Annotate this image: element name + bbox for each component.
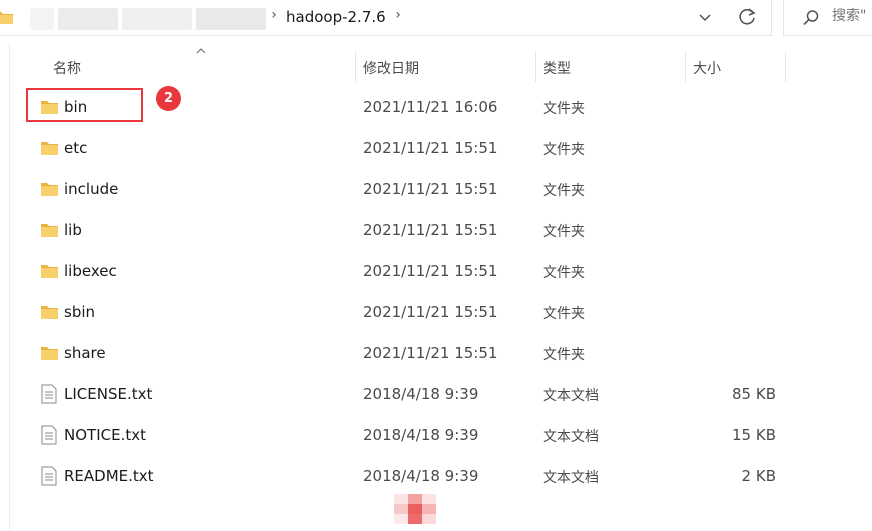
- column-date[interactable]: 修改日期: [363, 58, 419, 78]
- blurred-path-segment: [58, 8, 118, 30]
- breadcrumb-current[interactable]: hadoop-2.7.6: [286, 8, 386, 26]
- file-name: README.txt: [64, 467, 154, 485]
- column-type[interactable]: 类型: [543, 58, 571, 78]
- file-name: sbin: [64, 303, 96, 321]
- folder-icon: [41, 265, 58, 278]
- refresh-button[interactable]: [733, 4, 761, 30]
- address-bar[interactable]: › hadoop-2.7.6 ›: [0, 0, 772, 36]
- list-item[interactable]: share 2021/11/21 15:51 文件夹: [0, 333, 872, 374]
- file-type: 文本文档: [543, 470, 599, 486]
- column-divider[interactable]: [685, 52, 686, 82]
- search-icon: [803, 10, 819, 26]
- blurred-path-segment: [30, 8, 54, 30]
- file-type: 文件夹: [543, 101, 585, 117]
- file-explorer-window: › hadoop-2.7.6 › 名称 修改日期: [0, 0, 872, 531]
- folder-icon: [41, 183, 58, 196]
- list-item[interactable]: NOTICE.txt 2018/4/18 9:39 文本文档 15 KB: [0, 415, 872, 456]
- text-file-icon: [41, 466, 57, 486]
- search-input[interactable]: [832, 8, 872, 24]
- chevron-right-icon[interactable]: ›: [392, 7, 404, 23]
- list-item[interactable]: README.txt 2018/4/18 9:39 文本文档 2 KB: [0, 456, 872, 497]
- column-name[interactable]: 名称: [53, 58, 81, 78]
- list-item[interactable]: LICENSE.txt 2018/4/18 9:39 文本文档 85 KB: [0, 374, 872, 415]
- file-list: bin 2021/11/21 16:06 文件夹 etc 2021/11/21 …: [0, 87, 872, 497]
- file-name: etc: [64, 139, 88, 157]
- column-header: 名称 修改日期 类型 大小: [0, 44, 872, 86]
- folder-icon: [0, 12, 13, 24]
- file-name: lib: [64, 221, 82, 239]
- file-size: 2 KB: [741, 467, 776, 485]
- list-item[interactable]: etc 2021/11/21 15:51 文件夹: [0, 128, 872, 169]
- folder-icon: [41, 142, 58, 155]
- text-file-icon: [41, 384, 57, 404]
- file-name: include: [64, 180, 119, 198]
- text-file-icon: [41, 425, 57, 445]
- file-date: 2018/4/18 9:39: [363, 426, 479, 444]
- file-type: 文本文档: [543, 388, 599, 404]
- file-size: 15 KB: [732, 426, 776, 444]
- blurred-path-segment: [196, 8, 266, 30]
- list-item[interactable]: sbin 2021/11/21 15:51 文件夹: [0, 292, 872, 333]
- blurred-path-segment: [122, 8, 192, 30]
- file-date: 2018/4/18 9:39: [363, 467, 479, 485]
- file-size: 85 KB: [732, 385, 776, 403]
- column-divider[interactable]: [355, 52, 356, 82]
- file-date: 2021/11/21 15:51: [363, 180, 498, 198]
- list-item[interactable]: lib 2021/11/21 15:51 文件夹: [0, 210, 872, 251]
- step-badge: 2: [156, 86, 181, 111]
- file-type: 文件夹: [543, 224, 585, 240]
- folder-icon: [41, 306, 58, 319]
- address-dropdown-button[interactable]: [690, 4, 720, 30]
- file-date: 2021/11/21 15:51: [363, 303, 498, 321]
- blurred-region: [394, 494, 436, 524]
- file-date: 2018/4/18 9:39: [363, 385, 479, 403]
- file-name: share: [64, 344, 106, 362]
- file-name: LICENSE.txt: [64, 385, 153, 403]
- highlight-box: [26, 88, 143, 122]
- file-name: libexec: [64, 262, 117, 280]
- list-item[interactable]: libexec 2021/11/21 15:51 文件夹: [0, 251, 872, 292]
- sort-ascending-icon: [196, 48, 206, 54]
- refresh-icon: [739, 8, 756, 25]
- column-size[interactable]: 大小: [693, 58, 721, 78]
- file-date: 2021/11/21 15:51: [363, 262, 498, 280]
- list-item[interactable]: include 2021/11/21 15:51 文件夹: [0, 169, 872, 210]
- file-date: 2021/11/21 16:06: [363, 98, 498, 116]
- folder-icon: [41, 347, 58, 360]
- file-name: NOTICE.txt: [64, 426, 146, 444]
- file-date: 2021/11/21 15:51: [363, 139, 498, 157]
- folder-icon: [41, 224, 58, 237]
- file-date: 2021/11/21 15:51: [363, 221, 498, 239]
- column-divider[interactable]: [785, 52, 786, 82]
- file-type: 文件夹: [543, 142, 585, 158]
- file-type: 文件夹: [543, 347, 585, 363]
- file-date: 2021/11/21 15:51: [363, 344, 498, 362]
- file-type: 文件夹: [543, 183, 585, 199]
- file-type: 文件夹: [543, 265, 585, 281]
- search-box[interactable]: [783, 0, 872, 36]
- column-divider[interactable]: [535, 52, 536, 82]
- file-type: 文本文档: [543, 429, 599, 445]
- chevron-right-icon[interactable]: ›: [268, 7, 280, 23]
- file-type: 文件夹: [543, 306, 585, 322]
- chevron-down-icon: [699, 13, 711, 21]
